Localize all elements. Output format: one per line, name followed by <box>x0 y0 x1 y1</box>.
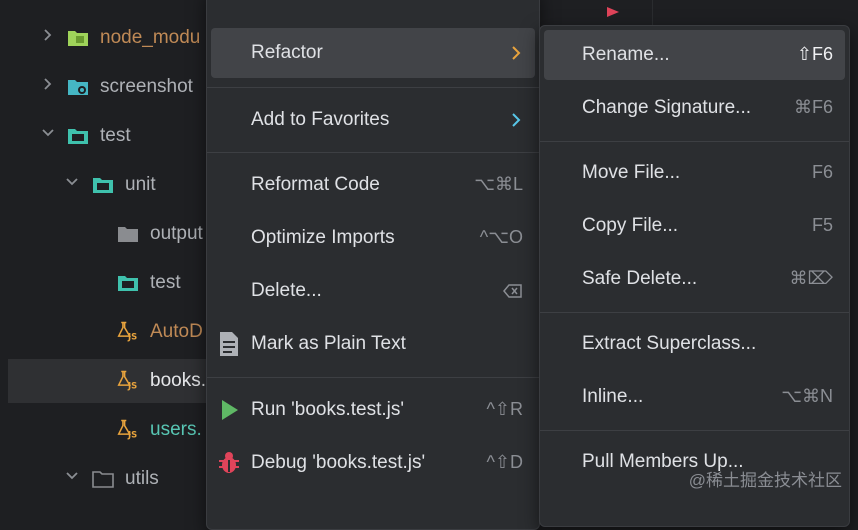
breakpoint-marker-icon <box>607 7 619 17</box>
svg-text:JS: JS <box>127 380 137 390</box>
test-folder-icon <box>118 276 138 291</box>
test-folder-icon <box>93 178 113 193</box>
menu-separator <box>207 377 539 378</box>
chevron-right-icon[interactable] <box>42 78 54 90</box>
chevron-right-icon <box>512 113 521 127</box>
tree-item-utils[interactable]: utils <box>0 457 230 501</box>
menu-separator <box>207 87 539 88</box>
tree-item-test[interactable]: test <box>0 114 230 158</box>
tree-item-label: unit <box>125 174 156 195</box>
menu-separator <box>540 430 849 431</box>
menu-item-rename[interactable]: Rename... ⇧F6 <box>544 30 845 80</box>
chevron-down-icon[interactable] <box>42 127 54 139</box>
menu-item-delete[interactable]: Delete... <box>211 266 535 316</box>
tree-item-users[interactable]: JS users. <box>0 408 230 452</box>
folder-icon <box>118 227 138 242</box>
tree-item-test-inner[interactable]: test <box>0 261 230 305</box>
tree-item-autod[interactable]: JS AutoD <box>0 310 230 354</box>
shortcut-label: F6 <box>811 162 833 182</box>
js-test-file-icon: JS <box>117 370 137 390</box>
tree-item-unit[interactable]: unit <box>0 163 230 207</box>
image-folder-icon <box>68 80 88 95</box>
js-test-file-icon: JS <box>117 419 137 439</box>
chevron-right-icon <box>512 46 521 60</box>
menu-separator <box>540 312 849 313</box>
shortcut-label: ^⌥O <box>479 227 523 247</box>
project-tree: node_modu screenshot test unit output te… <box>0 0 230 507</box>
tree-item-output[interactable]: output <box>0 212 230 256</box>
shortcut-label: ^⇧D <box>486 452 523 472</box>
svg-text:JS: JS <box>127 331 137 341</box>
shortcut-label: ⇧F6 <box>796 44 833 64</box>
delete-key-icon <box>503 284 522 298</box>
menu-item-run[interactable]: Run 'books.test.js' ^⇧R <box>211 385 535 435</box>
tree-item-label: test <box>100 125 131 146</box>
shortcut-label: ⌥⌘L <box>474 174 523 194</box>
refactor-submenu: Rename... ⇧F6 Change Signature... ⌘F6 Mo… <box>539 25 850 527</box>
tree-item-label: utils <box>125 468 159 489</box>
tree-item-label: output <box>150 223 203 244</box>
module-folder-icon <box>68 31 88 46</box>
tree-item-label: books. <box>150 370 206 391</box>
tree-item-screenshot[interactable]: screenshot <box>0 65 230 109</box>
menu-item-optimize-imports[interactable]: Optimize Imports ^⌥O <box>211 213 535 263</box>
menu-item-mark-as-plain-text[interactable]: Mark as Plain Text <box>211 319 535 369</box>
tree-item-node-modules[interactable]: node_modu <box>0 16 230 60</box>
menu-item-add-to-favorites[interactable]: Add to Favorites <box>211 95 535 145</box>
shortcut-label: ⌘F6 <box>793 97 833 117</box>
menu-item-refactor[interactable]: Refactor <box>211 28 535 78</box>
context-menu: Refactor Add to Favorites Reformat Code … <box>206 0 540 530</box>
menu-separator <box>540 141 849 142</box>
folder-icon <box>92 471 114 488</box>
tree-item-label: test <box>150 272 181 293</box>
plain-text-file-icon <box>220 332 238 356</box>
menu-item-move-file[interactable]: Move File... F6 <box>544 148 845 198</box>
menu-item-debug[interactable]: Debug 'books.test.js' ^⇧D <box>211 438 535 488</box>
menu-item-copy-file[interactable]: Copy File... F5 <box>544 201 845 251</box>
tree-item-label: screenshot <box>100 76 193 97</box>
svg-text:JS: JS <box>127 429 137 439</box>
watermark: @稀土掘金技术社区 <box>688 471 842 490</box>
run-icon <box>222 400 238 420</box>
tree-item-label: users. <box>150 419 202 440</box>
debug-bug-icon <box>219 452 239 473</box>
tree-item-books-selected[interactable]: JS books. <box>8 359 230 403</box>
menu-item-change-signature[interactable]: Change Signature... ⌘F6 <box>544 83 845 133</box>
shortcut-label: ⌥⌘N <box>781 386 833 406</box>
shortcut-label: ⌘⌦ <box>789 268 833 288</box>
chevron-down-icon[interactable] <box>66 470 78 482</box>
shortcut-label: F5 <box>811 215 833 235</box>
chevron-down-icon[interactable] <box>66 176 78 188</box>
menu-item-extract-superclass[interactable]: Extract Superclass... <box>544 319 845 369</box>
tree-item-label: node_modu <box>100 27 201 48</box>
menu-item-safe-delete[interactable]: Safe Delete... ⌘⌦ <box>544 254 845 304</box>
shortcut-label: ^⇧R <box>486 399 523 419</box>
tree-item-label: AutoD <box>150 321 203 342</box>
chevron-right-icon[interactable] <box>42 29 54 41</box>
menu-item-inline[interactable]: Inline... ⌥⌘N <box>544 372 845 422</box>
js-test-file-icon: JS <box>117 321 137 341</box>
menu-item-reformat-code[interactable]: Reformat Code ⌥⌘L <box>211 160 535 210</box>
test-folder-icon <box>68 129 88 144</box>
menu-separator <box>207 152 539 153</box>
